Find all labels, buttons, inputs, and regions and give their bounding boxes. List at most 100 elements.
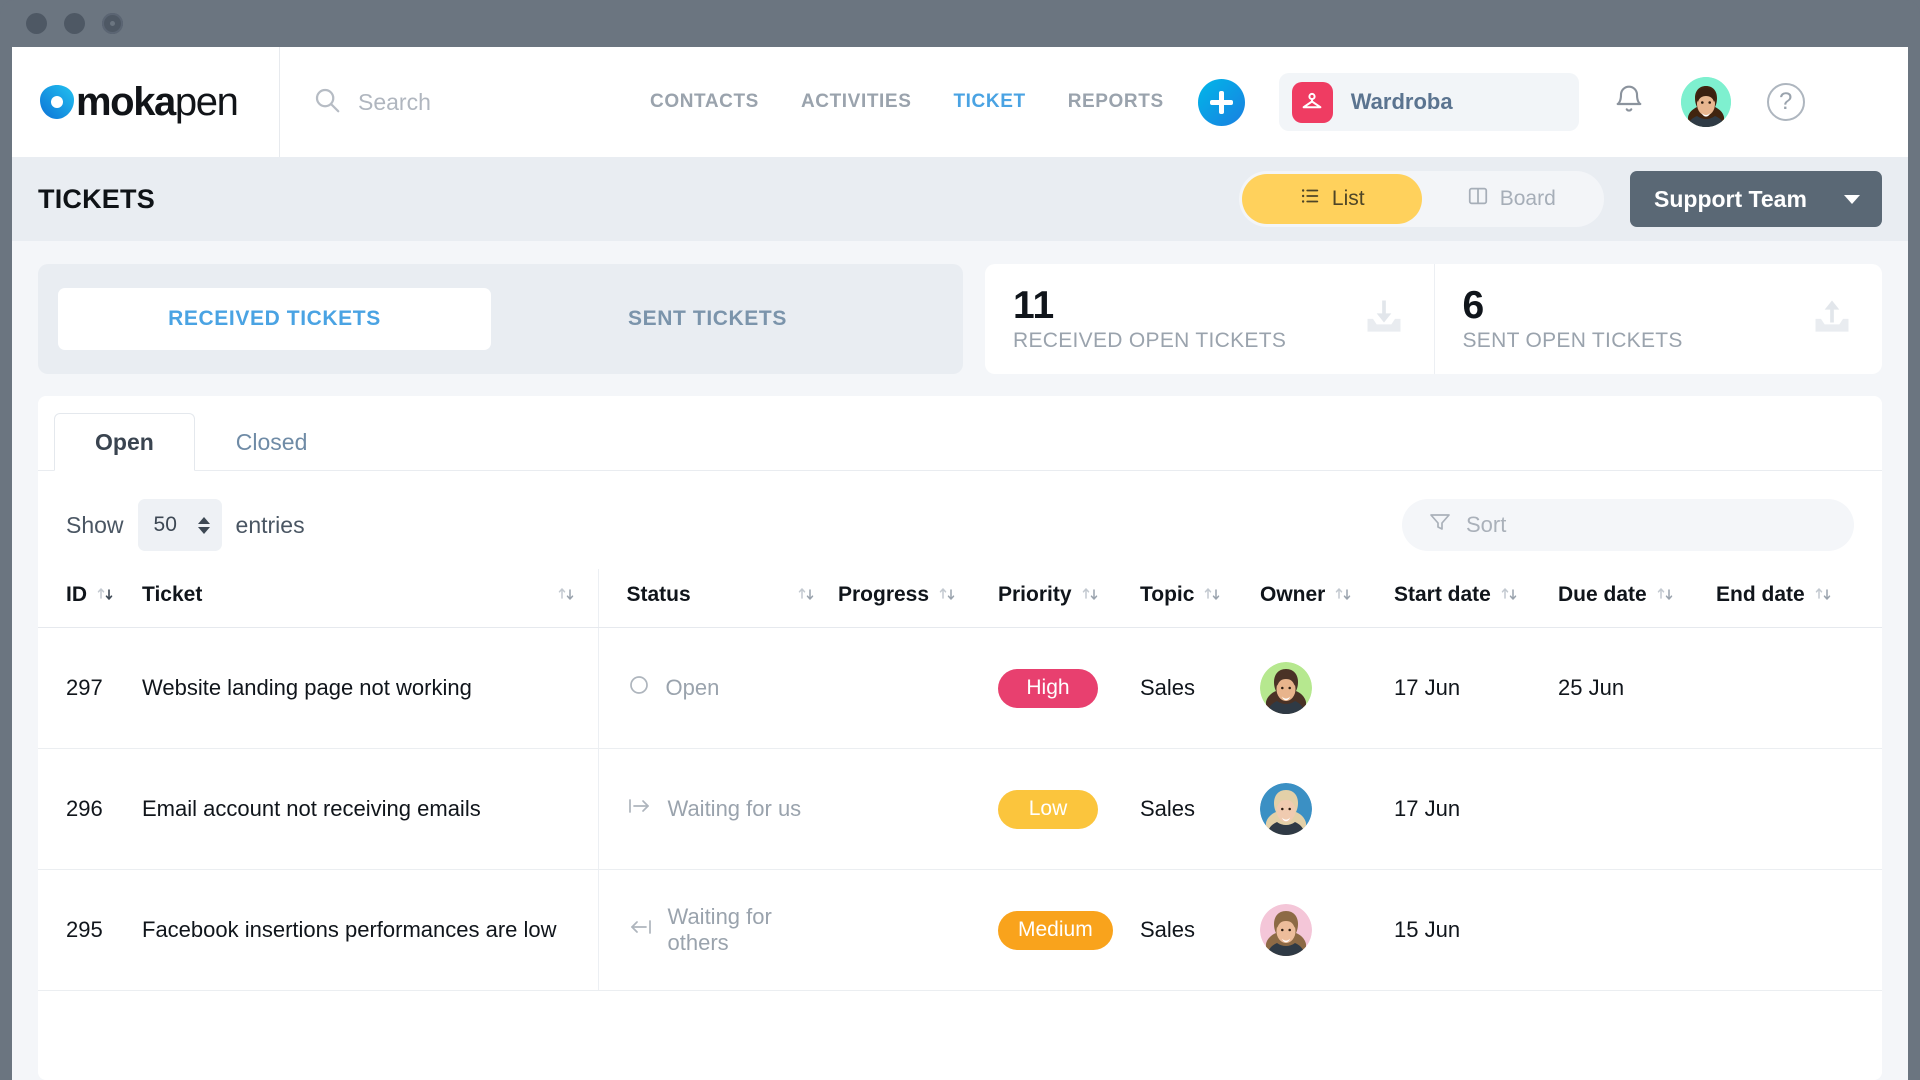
- window-titlebar: [0, 0, 1920, 47]
- table-row[interactable]: 295 Facebook insertions performances are …: [38, 869, 1882, 991]
- col-ticket-label: Ticket: [142, 583, 203, 606]
- col-id[interactable]: ID: [38, 569, 142, 628]
- sort-placeholder: Sort: [1466, 512, 1507, 537]
- stats-cards: 11 RECEIVED OPEN TICKETS 6 SENT OPEN TIC…: [985, 264, 1882, 374]
- cell-end-date: [1716, 627, 1882, 749]
- logo-area: mokapen: [12, 47, 280, 157]
- status-label: Waiting for others: [667, 904, 772, 955]
- col-topic[interactable]: Topic: [1140, 569, 1260, 628]
- stepper-arrows-icon: [197, 516, 210, 534]
- cell-owner[interactable]: [1260, 748, 1394, 870]
- view-toggle: List Board: [1239, 171, 1604, 227]
- tickets-table: ID Ticket Status Progress Priority Topic…: [38, 569, 1882, 991]
- search-icon: [312, 85, 342, 120]
- cell-end-date: [1716, 748, 1882, 870]
- sort-arrows-icon: [1655, 585, 1675, 605]
- priority-badge: Medium: [998, 910, 1113, 950]
- stat-received-label: RECEIVED OPEN TICKETS: [1013, 328, 1287, 352]
- mokapen-logo[interactable]: mokapen: [38, 82, 239, 122]
- col-ticket[interactable]: Ticket: [142, 569, 598, 628]
- sort-arrows-icon: [1202, 585, 1222, 605]
- add-new-button[interactable]: [1197, 78, 1245, 126]
- cell-id: 295: [38, 869, 142, 991]
- col-end-date-label: End date: [1716, 583, 1805, 606]
- avatar[interactable]: [1680, 77, 1731, 127]
- nav-contacts[interactable]: CONTACTS: [650, 91, 759, 113]
- bell-icon[interactable]: [1613, 84, 1645, 121]
- tab-received-tickets[interactable]: RECEIVED TICKETS: [58, 288, 491, 350]
- search-input[interactable]: [358, 88, 618, 116]
- cell-due-date: [1558, 748, 1716, 870]
- sort-arrows-icon: [1813, 585, 1833, 605]
- view-toggle-board-label: Board: [1499, 187, 1556, 210]
- stat-sent-open: 6 SENT OPEN TICKETS: [1433, 264, 1883, 374]
- nav-ticket[interactable]: TICKET: [953, 91, 1025, 113]
- arrow-out-icon: [627, 915, 653, 945]
- stats-row: RECEIVED TICKETS SENT TICKETS 11 RECEIVE…: [12, 241, 1908, 374]
- window-close-dot[interactable]: [26, 13, 47, 34]
- help-icon[interactable]: ?: [1766, 83, 1805, 121]
- tickets-table-body: 297 Website landing page not working Open H…: [38, 627, 1882, 991]
- arrow-in-icon: [627, 794, 653, 824]
- list-icon: [1299, 185, 1321, 213]
- cell-topic: Sales: [1140, 627, 1260, 749]
- download-inbox-icon: [1362, 295, 1406, 344]
- col-owner-label: Owner: [1260, 583, 1326, 606]
- cell-owner[interactable]: [1260, 869, 1394, 991]
- cell-ticket[interactable]: Facebook insertions performances are low: [142, 869, 598, 991]
- window-zoom-dot[interactable]: [102, 13, 123, 34]
- nav-activities[interactable]: ACTIVITIES: [801, 91, 912, 113]
- team-selector-label: Support Team: [1654, 185, 1807, 212]
- chevron-down-icon: [1844, 194, 1860, 204]
- cell-progress: [838, 627, 998, 749]
- col-end-date[interactable]: End date: [1716, 569, 1882, 628]
- board-icon: [1467, 185, 1489, 213]
- global-search[interactable]: [280, 85, 640, 120]
- cell-progress: [838, 869, 998, 991]
- show-label: Show: [66, 511, 124, 538]
- cell-priority: Low: [998, 748, 1140, 870]
- cell-ticket[interactable]: Email account not receiving emails: [142, 748, 598, 870]
- col-progress[interactable]: Progress: [838, 569, 998, 628]
- tab-closed[interactable]: Closed: [195, 413, 349, 471]
- col-progress-label: Progress: [838, 583, 930, 606]
- tab-open[interactable]: Open: [54, 413, 195, 471]
- col-id-label: ID: [66, 583, 87, 606]
- tab-sent-tickets[interactable]: SENT TICKETS: [491, 288, 924, 350]
- col-priority[interactable]: Priority: [998, 569, 1140, 628]
- cell-progress: [838, 748, 998, 870]
- workspace-selector[interactable]: Wardroba: [1278, 73, 1579, 131]
- col-owner[interactable]: Owner: [1260, 569, 1394, 628]
- col-status[interactable]: Status: [597, 569, 838, 628]
- sort-arrows-icon: [1333, 585, 1353, 605]
- cell-ticket[interactable]: Website landing page not working: [142, 627, 598, 749]
- page-size-select[interactable]: 50: [137, 499, 222, 551]
- status-label: Open: [665, 675, 720, 700]
- sort-arrows-icon: [556, 585, 576, 605]
- col-start-date[interactable]: Start date: [1394, 569, 1558, 628]
- view-toggle-board[interactable]: Board: [1422, 174, 1602, 224]
- cell-due-date: 25 Jun: [1558, 627, 1716, 749]
- table-row[interactable]: 296 Email account not receiving emails Wai…: [38, 748, 1882, 870]
- table-row[interactable]: 297 Website landing page not working Open H…: [38, 627, 1882, 749]
- cell-id: 296: [38, 748, 142, 870]
- team-selector[interactable]: Support Team: [1630, 171, 1882, 227]
- col-due-date[interactable]: Due date: [1558, 569, 1716, 628]
- sort-input[interactable]: Sort: [1402, 499, 1854, 551]
- view-toggle-list[interactable]: List: [1242, 174, 1422, 224]
- col-due-date-label: Due date: [1558, 583, 1647, 606]
- page-size-value: 50: [153, 513, 177, 536]
- hanger-icon: [1291, 81, 1333, 123]
- ticket-direction-tabs: RECEIVED TICKETS SENT TICKETS: [38, 264, 963, 374]
- sort-arrows-icon: [1499, 585, 1519, 605]
- main-navigation: CONTACTS ACTIVITIES TICKET REPORTS: [650, 91, 1164, 113]
- app-header: mokapen CONTACTS ACTIVITIES TICKET REPOR…: [12, 47, 1908, 157]
- stat-sent-label: SENT OPEN TICKETS: [1462, 328, 1683, 352]
- nav-reports[interactable]: REPORTS: [1068, 91, 1164, 113]
- window-minimize-dot[interactable]: [64, 13, 85, 34]
- create-new-wrapper: [1164, 78, 1245, 126]
- cell-owner[interactable]: [1260, 627, 1394, 749]
- stat-received-value: 11: [1013, 283, 1055, 327]
- browser-window: mokapen CONTACTS ACTIVITIES TICKET REPOR…: [0, 0, 1920, 1080]
- subheader-actions: List Board Support Team: [1239, 171, 1882, 227]
